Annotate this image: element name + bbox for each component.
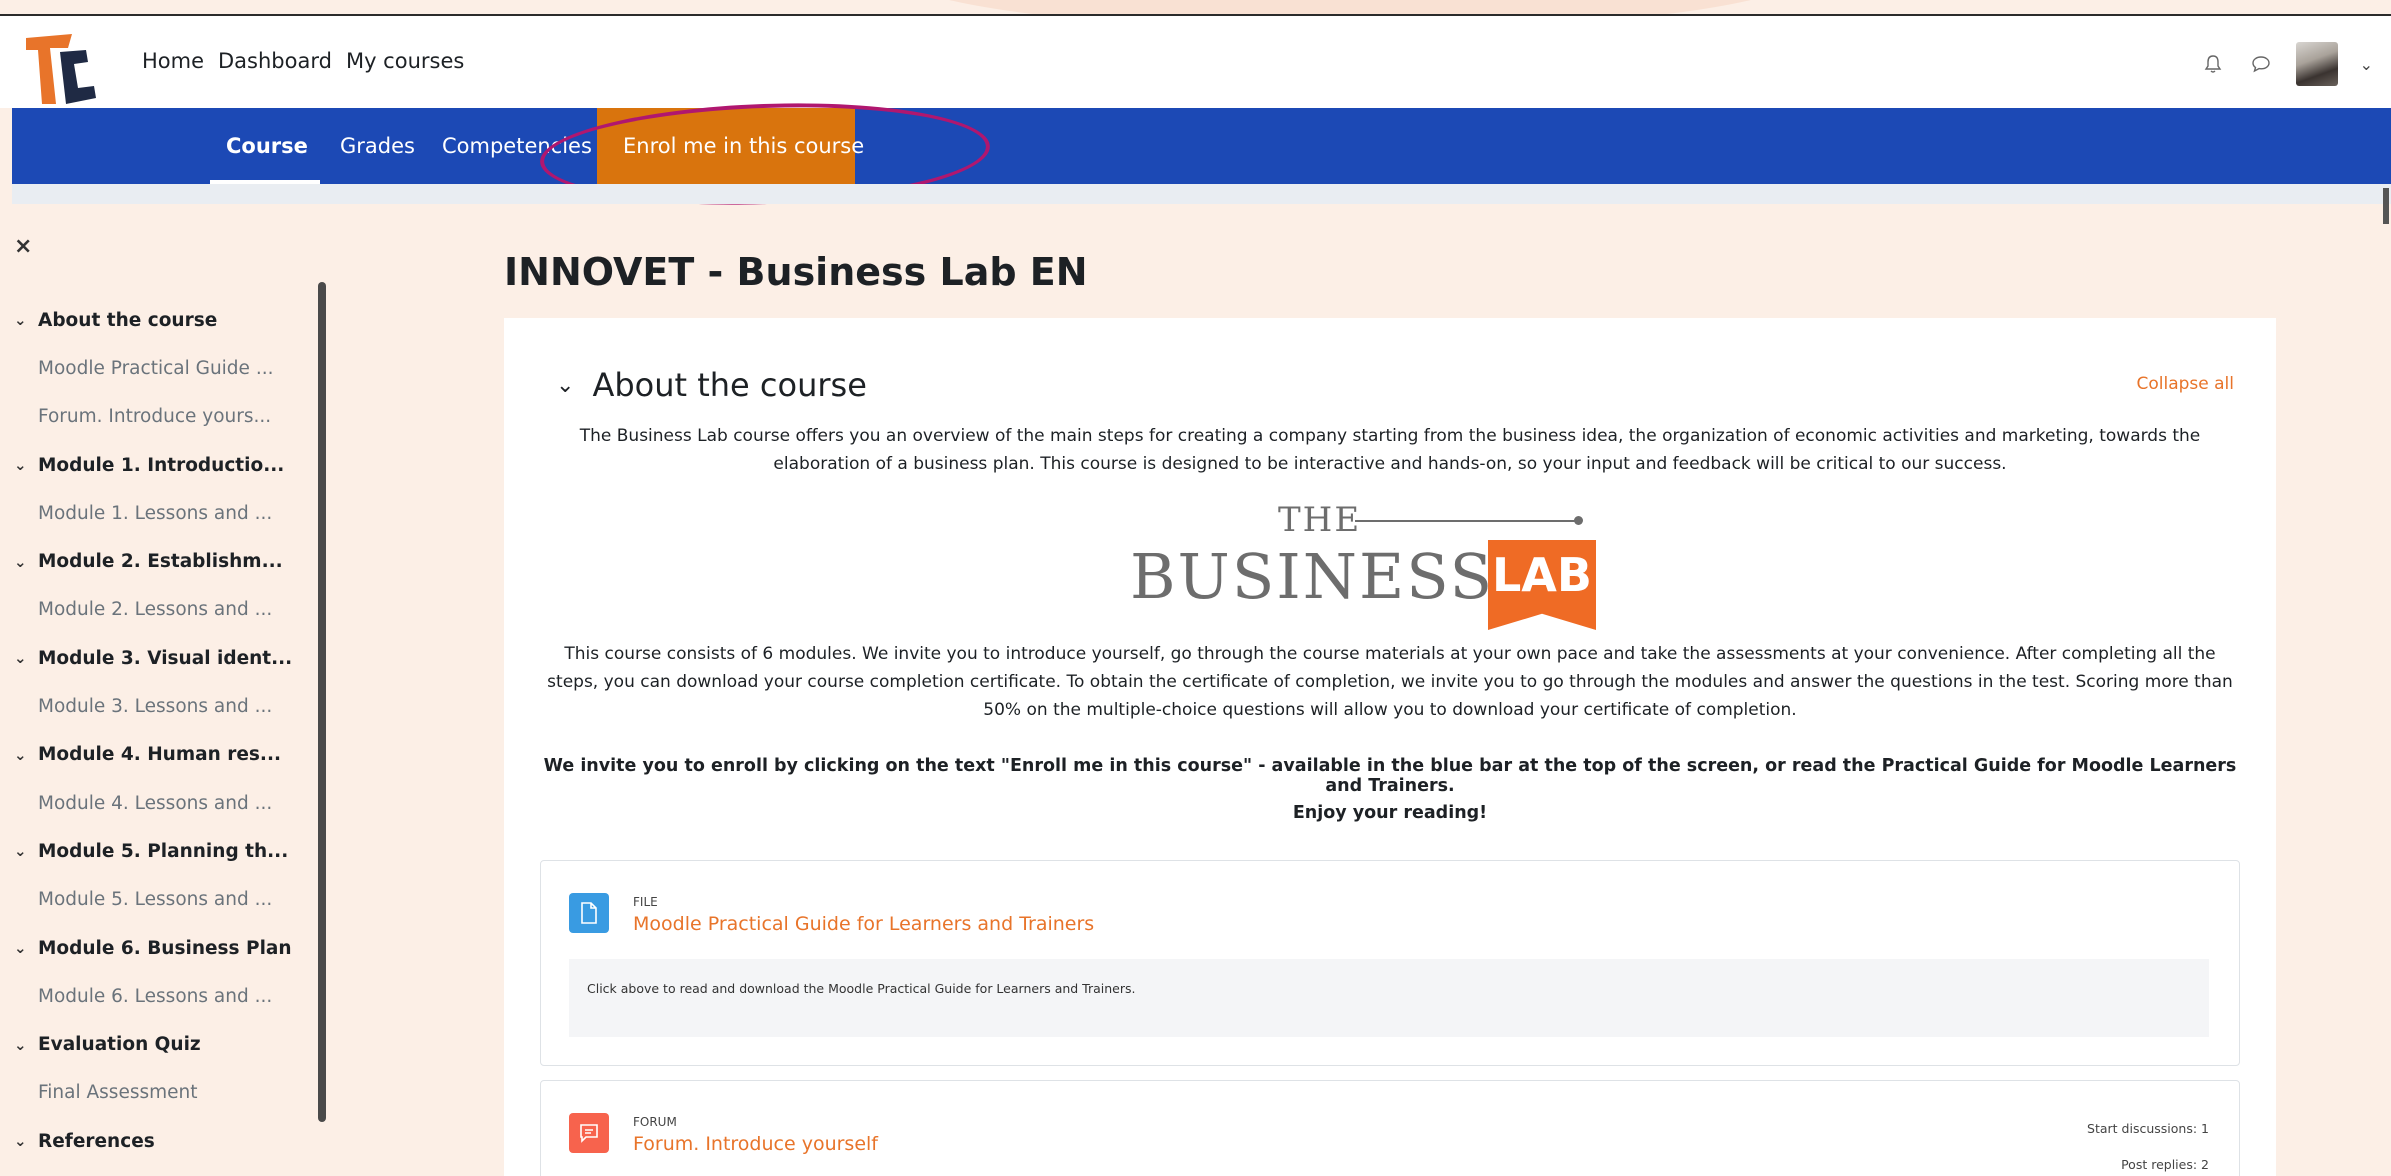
course-index-section[interactable]: ⌄ Module 3. Visual ident... <box>0 634 310 682</box>
forum-icon[interactable] <box>569 1113 609 1153</box>
chevron-down-icon: ⌄ <box>14 1035 27 1054</box>
course-index-activity[interactable]: Forum. Introduce yours... <box>0 393 310 441</box>
course-index-section[interactable]: ⌄ About the course <box>0 296 310 344</box>
course-index-label: Module 3. Visual ident... <box>38 647 293 669</box>
user-menu-chevron-down-icon[interactable]: ⌄ <box>2360 55 2373 74</box>
course-index-activity[interactable]: Final Assessment <box>0 1069 310 1117</box>
section-toggle-about-the-course[interactable]: ⌄ About the course <box>556 366 867 404</box>
business-lab-logo: THE BUSINESS LAB <box>1130 498 1630 630</box>
chevron-down-icon: ⌄ <box>14 311 27 330</box>
course-index-label: About the course <box>38 309 218 331</box>
post-replies-count: Post replies: 2 <box>2121 1157 2209 1172</box>
course-summary: The Business Lab course offers you an ov… <box>579 426 2201 474</box>
messages-chat-icon[interactable] <box>2248 51 2274 77</box>
tab-course[interactable]: Course <box>226 108 308 184</box>
course-index-list: ⌄ About the course Moodle Practical Guide … <box>0 296 310 1176</box>
course-index-section[interactable]: ⌄ Evaluation Quiz <box>0 1020 310 1068</box>
activity-link-forum[interactable]: Forum. Introduce yourself <box>633 1133 878 1155</box>
tab-competencies[interactable]: Competencies <box>442 108 592 184</box>
page-scrollbar-thumb[interactable] <box>2383 188 2389 224</box>
forum-stats: Start discussions: 1 Post replies: 2 <box>2087 1111 2209 1176</box>
page-header-strip <box>12 184 2391 204</box>
course-index-drawer: × ⌄ About the course Moodle Practical Guid… <box>0 204 332 1176</box>
course-index-section[interactable]: ⌄ Module 4. Human res... <box>0 731 310 779</box>
chevron-down-icon: ⌄ <box>14 745 27 764</box>
course-index-activity[interactable]: Module 5. Lessons and ... <box>0 876 310 924</box>
tab-grades[interactable]: Grades <box>340 108 415 184</box>
chevron-down-icon: ⌄ <box>14 456 27 475</box>
course-index-label: Module 5. Planning th... <box>38 840 289 862</box>
top-navbar: Home Dashboard My courses ⌄ <box>0 14 2391 108</box>
chevron-down-icon: ⌄ <box>556 372 575 398</box>
course-secondary-navigation: Course Grades Competencies Enrol me in t… <box>12 108 2391 184</box>
nav-my-courses-link[interactable]: My courses <box>346 49 464 73</box>
course-index-activity[interactable]: Module 6. Lessons and ... <box>0 972 310 1020</box>
drawer-scrollbar[interactable] <box>318 282 326 1122</box>
course-index-activity[interactable]: Module 4. Lessons and ... <box>0 779 310 827</box>
collapse-all-link[interactable]: Collapse all <box>2136 374 2234 394</box>
course-content: ⌄ About the course Collapse all The Busi… <box>504 318 2276 1176</box>
page-title: INNOVET - Business Lab EN <box>504 250 1088 294</box>
primary-navigation: Home Dashboard My courses <box>142 49 464 73</box>
activity-description: Click above to read and download the Moo… <box>569 959 2209 1037</box>
course-index-label: Module 1. Lessons and ... <box>38 502 273 524</box>
start-discussions-count: Start discussions: 1 <box>2087 1121 2209 1136</box>
enrol-me-button[interactable]: Enrol me in this course <box>597 108 864 184</box>
activity-file: FILE Moodle Practical Guide for Learners… <box>540 860 2240 1066</box>
close-drawer-icon[interactable]: × <box>14 234 32 259</box>
site-logo[interactable] <box>22 28 102 108</box>
chevron-down-icon: ⌄ <box>14 552 27 571</box>
course-index-label: Module 6. Business Plan <box>38 937 292 959</box>
chevron-down-icon: ⌄ <box>14 649 27 668</box>
course-index-label: Evaluation Quiz <box>38 1034 201 1056</box>
user-avatar[interactable] <box>2295 42 2338 86</box>
course-index-label: Module 4. Lessons and ... <box>38 792 273 814</box>
chevron-down-icon: ⌄ <box>14 1132 27 1151</box>
course-index-label: Forum. Introduce yours... <box>38 406 272 428</box>
nav-dashboard-link[interactable]: Dashboard <box>218 49 332 73</box>
course-index-label: Module 6. Lessons and ... <box>38 985 273 1007</box>
user-menu-area: ⌄ <box>2200 42 2373 86</box>
file-icon[interactable] <box>569 893 609 933</box>
chevron-down-icon: ⌄ <box>14 939 27 957</box>
course-index-section[interactable]: ⌄ Module 6. Business Plan <box>0 924 310 972</box>
enjoy-reading-text: Enjoy your reading! <box>1292 803 1488 823</box>
course-index-label: Module 2. Establishm... <box>38 551 283 573</box>
course-index-activity[interactable]: Module 3. Lessons and ... <box>0 682 310 730</box>
activity-link-moodle-guide[interactable]: Moodle Practical Guide for Learners and … <box>633 913 1094 935</box>
chevron-down-icon: ⌄ <box>14 842 27 861</box>
course-index-section[interactable]: ⌄ Module 1. Introductio... <box>0 441 310 489</box>
activity-forum: FORUM Forum. Introduce yourself Start di… <box>540 1080 2240 1176</box>
nav-home-link[interactable]: Home <box>142 49 204 73</box>
course-index-label: Module 2. Lessons and ... <box>38 599 273 621</box>
course-index-label: Module 5. Lessons and ... <box>38 889 273 911</box>
course-index-activity[interactable]: Module 1. Lessons and ... <box>0 489 310 537</box>
notification-bell-icon[interactable] <box>2200 51 2226 77</box>
course-index-section[interactable]: ⌄ References <box>0 1117 310 1165</box>
course-index-section[interactable]: ⌄ Module 5. Planning th... <box>0 827 310 875</box>
course-index-activity[interactable]: Module 2. Lessons and ... <box>0 586 310 634</box>
activity-type-label: FILE <box>633 895 658 909</box>
course-intro-text: This course consists of 6 modules. We in… <box>547 644 2233 720</box>
course-index-label: Module 3. Lessons and ... <box>38 696 273 718</box>
enroll-invite-text: We invite you to enroll by clicking on t… <box>543 756 2237 796</box>
course-index-label: Module 1. Introductio... <box>38 454 285 476</box>
course-index-activity[interactable]: Moodle Practical Guide ... <box>0 344 310 392</box>
activity-type-label: FORUM <box>633 1115 677 1129</box>
course-index-activity[interactable]: References for "Busines... <box>0 1165 310 1176</box>
course-index-section[interactable]: ⌄ Module 2. Establishm... <box>0 537 310 585</box>
course-index-label: Moodle Practical Guide ... <box>38 357 274 379</box>
course-index-label: Module 4. Human res... <box>38 744 281 766</box>
course-index-label: References <box>38 1130 155 1152</box>
section-title: About the course <box>592 366 867 404</box>
course-index-label: Final Assessment <box>38 1082 198 1104</box>
